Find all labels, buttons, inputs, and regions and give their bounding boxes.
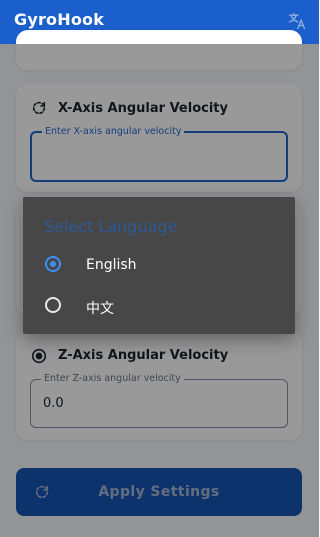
language-option-chinese[interactable]: 中文 xyxy=(41,290,281,322)
language-option-label: 中文 xyxy=(86,301,114,317)
language-option-label: English xyxy=(86,257,137,273)
radio-unselected-icon[interactable] xyxy=(45,297,61,313)
translate-icon[interactable] xyxy=(287,11,307,31)
language-dialog: Select Language English 中文 xyxy=(23,197,295,334)
app-title: GyroHook xyxy=(14,10,105,29)
language-option-english[interactable]: English xyxy=(41,249,281,281)
radio-selected-icon[interactable] xyxy=(45,256,61,272)
dialog-title: Select Language xyxy=(44,217,178,236)
